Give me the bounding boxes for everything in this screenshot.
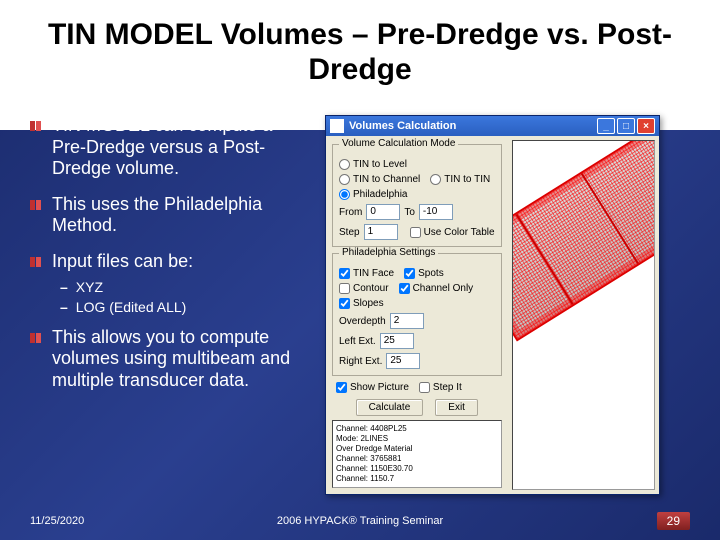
step-it-check[interactable]: Step It — [419, 382, 462, 393]
check-chan-only[interactable]: Channel Only — [399, 283, 474, 294]
footer-page: 29 — [657, 512, 690, 530]
preview-pane — [512, 140, 655, 490]
volumes-dialog: ▲ Volumes Calculation _ □ × Volume Calcu… — [325, 115, 660, 495]
overdepth-label: Overdepth — [339, 316, 386, 327]
calc-mode-group: Volume Calculation Mode TIN to Level TIN… — [332, 144, 502, 247]
bullet-text: TIN MODEL can compute a Pre-Dredge versu… — [52, 115, 310, 180]
radio-philadelphia[interactable]: Philadelphia — [339, 189, 408, 200]
bullet-list: TIN MODEL can compute a Pre-Dredge versu… — [30, 115, 310, 495]
overdepth-input[interactable]: 2 — [390, 313, 424, 329]
right-ext-input[interactable]: 25 — [386, 353, 420, 369]
radio-tin-tin[interactable]: TIN to TIN — [430, 174, 490, 185]
minimize-button[interactable]: _ — [597, 118, 615, 134]
calculate-button[interactable]: Calculate — [356, 399, 424, 416]
bullet-text: This uses the Philadelphia Method. — [52, 194, 310, 237]
bullet-item: Input files can be: — [30, 251, 310, 273]
dash-icon: – — [60, 299, 68, 315]
radio-tin-level[interactable]: TIN to Level — [339, 159, 407, 170]
to-label: To — [404, 207, 415, 218]
step-input[interactable]: 1 — [364, 224, 398, 240]
bullet-text: Input files can be: — [52, 251, 193, 273]
dialog-title: Volumes Calculation — [349, 120, 456, 132]
from-label: From — [339, 207, 362, 218]
group-legend: Philadelphia Settings — [339, 247, 438, 258]
info-panel: Channel: 4408PL25 Mode: 2LINES Over Dred… — [332, 420, 502, 488]
left-ext-label: Left Ext. — [339, 336, 376, 347]
bullet-text: This allows you to compute volumes using… — [52, 327, 310, 392]
bullet-icon — [30, 119, 46, 133]
dialog-titlebar[interactable]: ▲ Volumes Calculation _ □ × — [326, 116, 659, 136]
sub-bullet-item: – LOG (Edited ALL) — [60, 299, 310, 315]
check-spots[interactable]: Spots — [404, 268, 444, 279]
sub-bullet-text: LOG (Edited ALL) — [76, 299, 187, 315]
close-button[interactable]: × — [637, 118, 655, 134]
maximize-button[interactable]: □ — [617, 118, 635, 134]
bullet-icon — [30, 198, 46, 212]
bullet-icon — [30, 255, 46, 269]
check-slopes[interactable]: Slopes — [339, 298, 384, 309]
bullet-item: This allows you to compute volumes using… — [30, 327, 310, 392]
check-tin-face[interactable]: TIN Face — [339, 268, 394, 279]
exit-button[interactable]: Exit — [435, 399, 478, 416]
right-ext-label: Right Ext. — [339, 356, 382, 367]
group-legend: Volume Calculation Mode — [339, 138, 458, 149]
dash-icon: – — [60, 279, 68, 295]
bullet-item: This uses the Philadelphia Method. — [30, 194, 310, 237]
bullet-item: TIN MODEL can compute a Pre-Dredge versu… — [30, 115, 310, 180]
radio-tin-channel[interactable]: TIN to Channel — [339, 174, 420, 185]
step-label: Step — [339, 227, 360, 238]
sub-bullet-item: – XYZ — [60, 279, 310, 295]
to-input[interactable]: -10 — [419, 204, 453, 220]
use-color-check[interactable]: Use Color Table — [410, 227, 495, 238]
left-ext-input[interactable]: 25 — [380, 333, 414, 349]
survey-strip-graphic — [512, 140, 655, 342]
show-picture-check[interactable]: Show Picture — [336, 382, 409, 393]
philly-group: Philadelphia Settings TIN Face Spots Con… — [332, 253, 502, 376]
bullet-icon — [30, 331, 46, 345]
app-icon: ▲ — [330, 119, 344, 133]
footer-center: 2006 HYPACK® Training Seminar — [0, 515, 720, 527]
slide-title: TIN MODEL Volumes – Pre-Dredge vs. Post-… — [30, 10, 690, 95]
sub-bullet-text: XYZ — [76, 279, 103, 295]
from-input[interactable]: 0 — [366, 204, 400, 220]
check-contour[interactable]: Contour — [339, 283, 389, 294]
